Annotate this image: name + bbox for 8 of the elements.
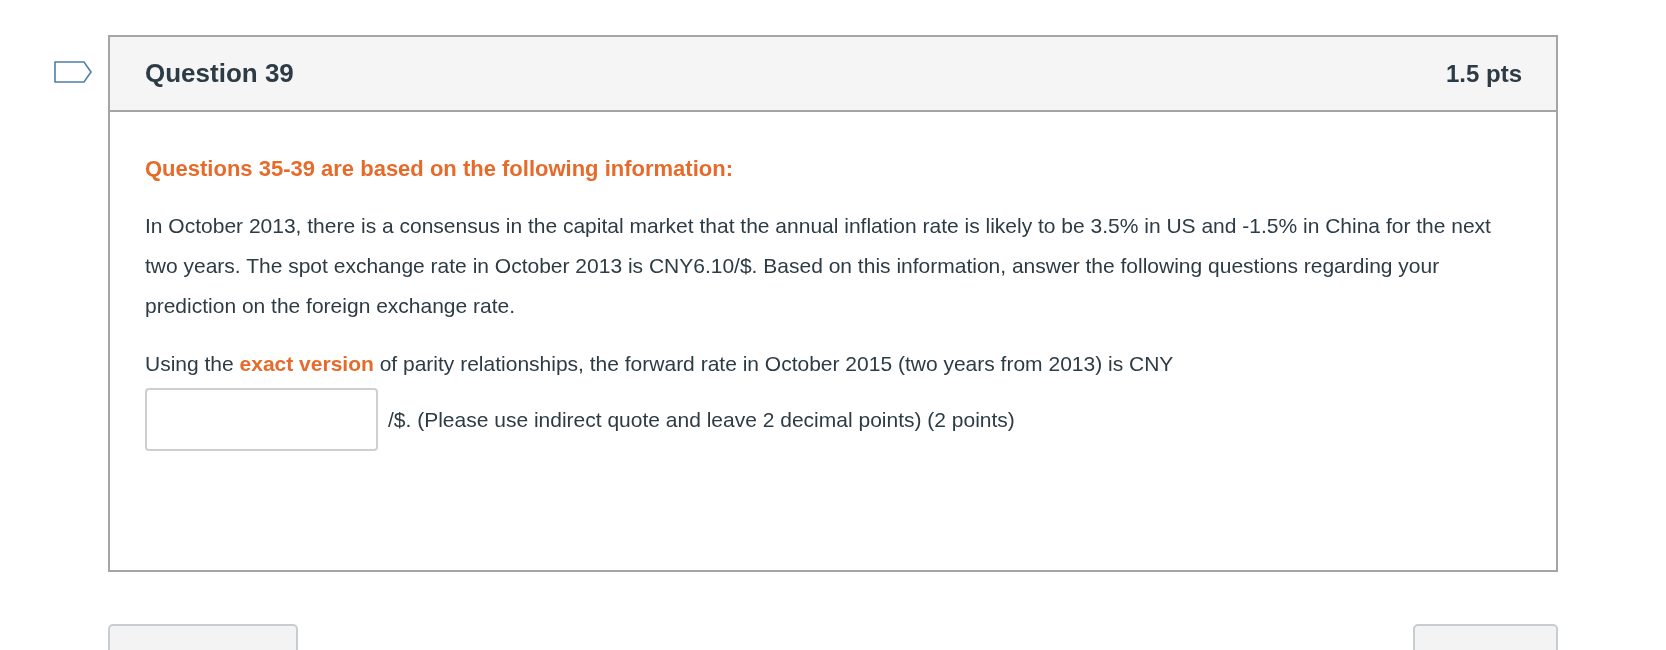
flag-icon[interactable] bbox=[54, 61, 92, 83]
answer-suffix: /$. (Please use indirect quote and leave 2 decimal points) (2 points) bbox=[388, 407, 1015, 432]
points-label: 1.5 pts bbox=[1445, 59, 1522, 88]
question-text: In October 2013, there is a consensus in the capital market that the annual inflation rate is likely to be 3.5% in US and -1.5% in China for the next two years. The spot exchange rate in October 2013 is CNY6.10/$. Based on this information, answer the following questions regarding your prediction on the foreign exchange rate. bbox=[145, 213, 1492, 319]
question-title: Question 39 bbox=[145, 58, 294, 89]
question-prompt: Using the exact version of parity relationships, the forward rate in October 2015 (two years from 2013) is CNY bbox=[145, 351, 1175, 377]
answer-field[interactable] bbox=[145, 388, 378, 451]
intro-heading: Questions 35-39 are based on the following information: bbox=[145, 156, 734, 182]
